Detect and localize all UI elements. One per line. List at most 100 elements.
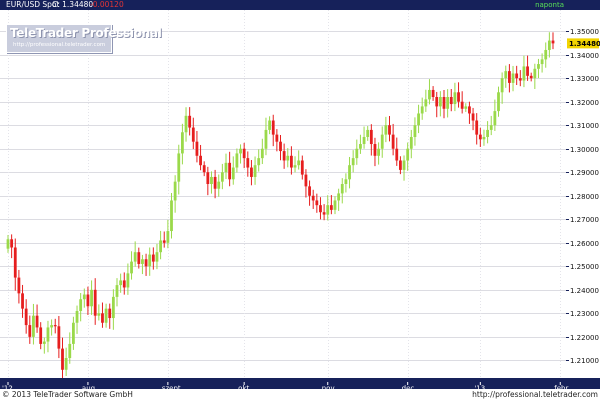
candle (428, 79, 431, 105)
candle-body (308, 186, 311, 196)
logo-title: TeleTrader Professional (10, 26, 162, 40)
candle-body (500, 78, 504, 93)
candle (395, 137, 399, 166)
candle-body (391, 134, 395, 149)
candle-body (260, 148, 264, 159)
candle-body (224, 162, 228, 173)
candle-body (380, 134, 384, 149)
candle-body (442, 97, 446, 109)
candle (90, 280, 93, 315)
y-tick-label: 1.33000 (570, 75, 599, 83)
candle-body (253, 165, 257, 177)
candle-body (540, 59, 544, 65)
candle (533, 63, 537, 90)
candle-body (475, 120, 479, 135)
candle (304, 169, 308, 198)
candle (388, 116, 391, 142)
candle (464, 103, 468, 112)
candle (457, 82, 460, 108)
candle-body (493, 111, 497, 126)
candle-body (64, 358, 68, 370)
candle (250, 160, 253, 186)
candle-body (268, 120, 271, 130)
candle (42, 337, 46, 354)
candle (308, 180, 311, 206)
candle (195, 130, 199, 163)
candle (93, 278, 97, 325)
chart-header-bar: EUR/USD Spot C: 1.34480 -0.00120 naponta (0, 0, 600, 10)
candle-body (61, 348, 64, 370)
candle (184, 107, 188, 142)
candle (217, 174, 221, 197)
y-tick-label: 1.29000 (570, 169, 599, 177)
candle (384, 116, 388, 143)
candle-body (264, 129, 268, 149)
candle (122, 272, 126, 295)
candle (279, 134, 282, 161)
candle-body (431, 89, 435, 98)
candle-body (428, 89, 431, 100)
candle (53, 318, 57, 334)
candle (362, 126, 366, 149)
candle (108, 303, 112, 329)
candle (10, 234, 14, 259)
candle (75, 305, 79, 334)
candle (282, 143, 286, 169)
candle-body (184, 115, 188, 133)
candle (380, 126, 384, 158)
y-tick-label: 1.32000 (570, 99, 599, 107)
candle (82, 288, 86, 308)
candle (522, 55, 526, 88)
candle (72, 316, 75, 350)
candle (268, 116, 271, 135)
candle-body (508, 71, 511, 83)
candle-body (395, 148, 399, 161)
candle-body (141, 259, 144, 264)
candle-body (32, 315, 35, 337)
candle-body (246, 158, 250, 168)
candle-body (28, 325, 32, 337)
candle-body (351, 158, 355, 166)
candle-body (17, 277, 21, 294)
candle-body (460, 101, 464, 109)
candle (359, 134, 362, 154)
plot-area[interactable]: TeleTrader Professional http://professio… (0, 10, 567, 379)
candle-body (242, 148, 246, 159)
candle (478, 127, 482, 147)
candle-body (388, 125, 391, 135)
price-axis-svg: 1.21000 1.22000 1.23000 1.24000 1.25000 1.260… (566, 28, 600, 365)
candle-body (271, 120, 275, 135)
candle-body (504, 71, 508, 79)
candle-body (417, 113, 420, 126)
footer-url[interactable]: http://professional.teletrader.com (472, 389, 598, 400)
candle-body (130, 261, 133, 274)
candle-body (471, 113, 475, 121)
candle-body (166, 231, 170, 243)
candle (13, 238, 17, 291)
price-axis[interactable]: 1.21000 1.22000 1.23000 1.24000 1.25000 1.260… (566, 10, 600, 378)
candle-body (126, 273, 130, 288)
candle (547, 32, 551, 58)
candle (442, 89, 446, 119)
time-axis[interactable]: '12aug.szept.okt.nov.dec.'13febr. (0, 378, 600, 393)
candle-body (46, 327, 50, 342)
candle (115, 278, 119, 307)
candle (460, 91, 464, 114)
candle (159, 230, 162, 260)
candle (191, 117, 195, 150)
candle-body (544, 49, 548, 60)
candle (228, 151, 232, 187)
candle-body (297, 160, 301, 166)
candle-body (162, 240, 166, 243)
candle-body (286, 155, 290, 161)
candle-body (406, 148, 410, 161)
candle (337, 188, 341, 211)
candle-body (529, 75, 533, 79)
candle (50, 319, 53, 336)
candle-body (526, 66, 529, 76)
candle (202, 161, 206, 177)
candle (369, 124, 373, 156)
period-selector[interactable]: naponta (535, 0, 564, 10)
candle-body (42, 341, 46, 344)
candle (540, 53, 544, 73)
